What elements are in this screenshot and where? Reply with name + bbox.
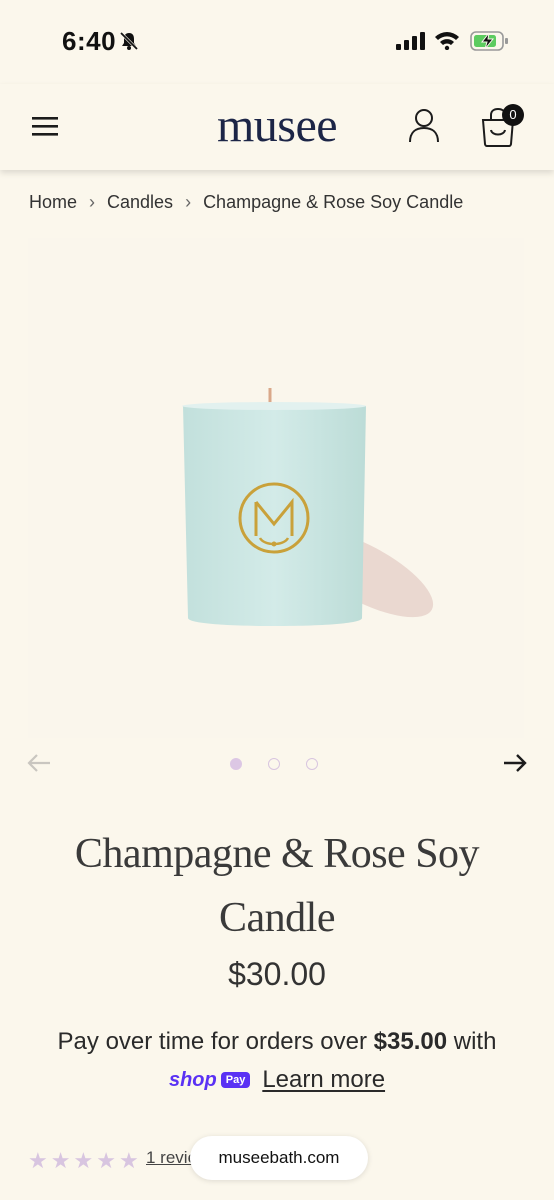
shop-pay-brand: shop [168, 1068, 217, 1091]
carousel-dot-1[interactable] [230, 758, 242, 770]
installments-text: Pay over time for orders over $35.00 wit… [0, 1028, 554, 1056]
product-title-line2: Candle [219, 895, 335, 941]
wifi-icon [435, 32, 459, 50]
chevron-right-icon: › [89, 192, 96, 212]
product-title-line1: Champagne & Rose Soy [74, 831, 480, 877]
rating-stars: ★ ★ ★ ★ ★ [28, 1148, 139, 1174]
brand-logo[interactable]: musee [0, 98, 554, 153]
silent-bell-icon [119, 31, 139, 51]
star-icon: ★ [50, 1148, 71, 1173]
product-price: $30.00 [228, 956, 326, 992]
cellular-signal-icon [396, 32, 425, 50]
candle-image [182, 388, 434, 626]
carousel-dot-2[interactable] [268, 758, 280, 770]
shop-pay-logo: shop Pay [168, 1068, 251, 1092]
cart-count-badge: 0 [502, 104, 524, 126]
shop-pay-row: shop Pay Learn more [0, 1066, 554, 1094]
carousel-dots [230, 758, 318, 770]
breadcrumb-candles[interactable]: Candles [107, 192, 173, 213]
star-icon: ★ [118, 1148, 139, 1173]
account-icon[interactable] [406, 106, 442, 146]
installments-amount: $35.00 [373, 1028, 448, 1055]
site-header: musee 0 [0, 84, 554, 170]
product-title: Champagne & Rose Soy Candle [40, 822, 514, 950]
battery-charging-icon [470, 31, 508, 51]
shop-pay-badge: Pay [220, 1072, 251, 1088]
star-icon: ★ [96, 1148, 116, 1173]
status-bar: 6:40 [0, 0, 554, 84]
star-icon: ★ [28, 1148, 48, 1173]
status-time: 6:40 [62, 26, 117, 56]
installments-text-pre: Pay over time for orders over [57, 1028, 374, 1055]
arrow-right-icon[interactable] [502, 752, 528, 774]
chevron-right-icon: › [185, 192, 192, 212]
breadcrumb: Home › Candles › Champagne & Rose Soy Ca… [29, 192, 463, 213]
learn-more-link[interactable]: Learn more [262, 1066, 385, 1094]
installments-text-post: with [447, 1028, 497, 1055]
star-icon: ★ [73, 1148, 94, 1173]
arrow-left-icon[interactable] [26, 752, 52, 774]
product-image[interactable] [28, 238, 524, 738]
breadcrumb-home[interactable]: Home [29, 192, 77, 213]
carousel-dot-3[interactable] [306, 758, 318, 770]
breadcrumb-current: Champagne & Rose Soy Candle [203, 192, 464, 212]
browser-url-bar[interactable]: museebath.com [190, 1136, 368, 1180]
